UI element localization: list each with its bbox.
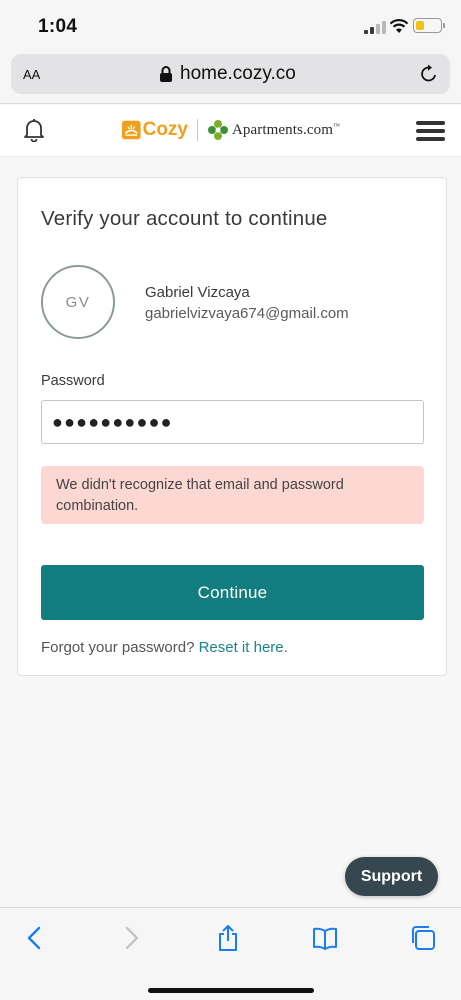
site-header: Cozy Apartments.com™ — [0, 105, 461, 157]
home-indicator — [148, 988, 314, 993]
forgot-password-label: Forgot your password? — [41, 639, 195, 656]
browser-address-area: AA home.cozy.co — [0, 52, 461, 104]
wifi-icon — [389, 19, 409, 33]
apartments-logo[interactable]: Apartments.com™ — [207, 118, 340, 142]
trademark-mark: ™ — [332, 121, 340, 130]
back-icon[interactable] — [22, 925, 48, 951]
text-size-button[interactable]: AA — [23, 64, 40, 84]
tabs-icon[interactable] — [410, 925, 436, 951]
user-email: gabrielvizvaya674@gmail.com — [145, 305, 349, 322]
url-text: home.cozy.co — [180, 63, 296, 84]
verify-account-card: Verify your account to continue GV Gabri… — [17, 177, 447, 676]
status-time: 1:04 — [38, 16, 78, 37]
password-label: Password — [41, 373, 105, 389]
continue-button[interactable]: Continue — [41, 565, 424, 620]
reload-icon[interactable] — [419, 64, 439, 84]
page-title: Verify your account to continue — [41, 207, 328, 230]
bell-icon[interactable] — [23, 118, 45, 142]
logo-divider — [197, 119, 198, 141]
reset-password-link[interactable]: Reset it here. — [199, 639, 288, 656]
avatar: GV — [41, 265, 115, 339]
bookmarks-icon[interactable] — [312, 925, 338, 951]
forward-icon[interactable] — [118, 925, 144, 951]
share-icon[interactable] — [215, 925, 241, 951]
browser-toolbar — [0, 907, 461, 1000]
support-button[interactable]: Support — [345, 857, 438, 896]
battery-level — [415, 20, 424, 30]
password-value: ●●●●●●●●●● — [52, 412, 173, 432]
status-bar: 1:04 — [0, 0, 461, 52]
apartments-logo-text: Apartments.com™ — [232, 122, 340, 139]
text-size-label: AA — [23, 67, 41, 82]
apartments-logo-name: Apartments.com — [232, 121, 333, 138]
hamburger-menu-icon[interactable] — [416, 121, 445, 141]
cozy-logo[interactable]: Cozy — [122, 117, 188, 143]
cozy-logo-icon — [122, 120, 141, 140]
battery-tip — [443, 23, 445, 28]
cozy-logo-text: Cozy — [142, 119, 188, 140]
forgot-password-text: Forgot your password? Reset it here. — [41, 639, 288, 656]
address-bar[interactable]: AA home.cozy.co — [11, 54, 450, 94]
apartments-logo-icon — [208, 120, 228, 140]
error-message: We didn't recognize that email and passw… — [41, 466, 424, 524]
lock-icon — [160, 66, 172, 82]
user-name: Gabriel Vizcaya — [145, 284, 250, 301]
battery-icon — [413, 18, 442, 33]
signal-icon — [364, 21, 386, 34]
password-field[interactable]: ●●●●●●●●●● — [41, 400, 424, 444]
